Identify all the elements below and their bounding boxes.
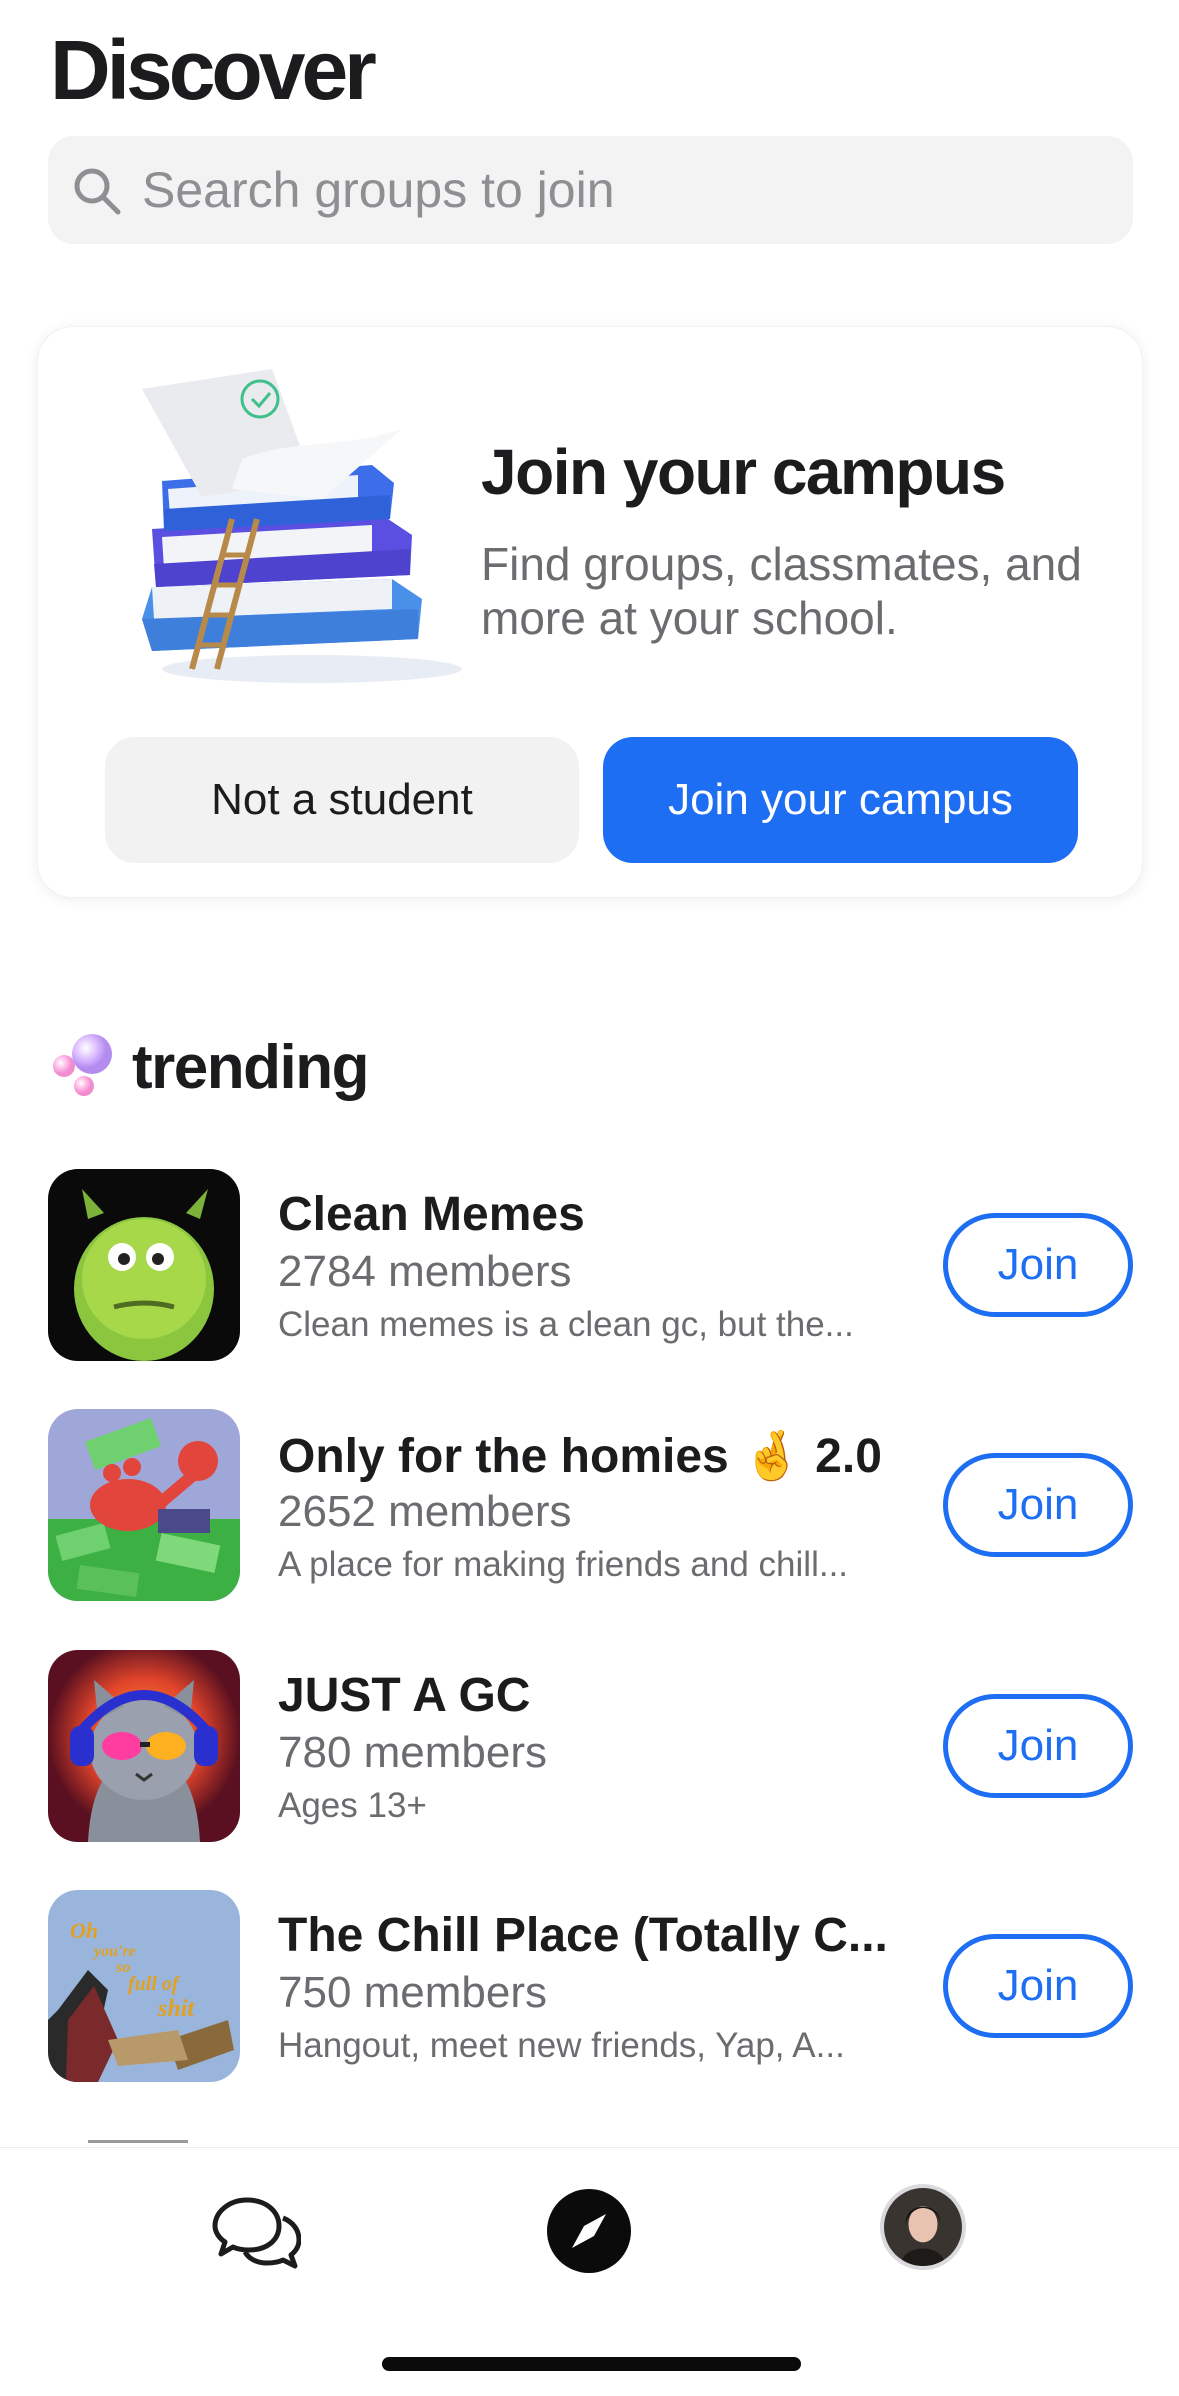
group-members: 780 members [278, 1728, 548, 1777]
join-button[interactable]: Join [943, 1453, 1133, 1557]
join-campus-card: Join your campus Find groups, classmates… [37, 326, 1143, 898]
chats-icon[interactable] [211, 2186, 301, 2276]
search-bar[interactable] [48, 136, 1133, 244]
group-avatar [48, 1650, 240, 1842]
home-indicator [382, 2357, 801, 2371]
svg-text:shit: shit [157, 1996, 195, 2022]
group-row[interactable]: Clean Memes 2784 members Clean memes is … [0, 1169, 1179, 1365]
group-members: 2652 members [278, 1487, 572, 1536]
trending-heading: trending [132, 1033, 369, 1102]
group-avatar [48, 1409, 240, 1601]
campus-card-title: Join your campus [481, 436, 1006, 508]
join-button[interactable]: Join [943, 1694, 1133, 1798]
svg-text:full of: full of [128, 1973, 181, 1995]
page-title: Discover [50, 23, 377, 117]
group-description: Ages 13+ [278, 1786, 427, 1825]
group-members: 2784 members [278, 1247, 572, 1296]
group-row[interactable]: Oh you're so full of shit The Chill Plac… [0, 1890, 1179, 2086]
group-description: Hangout, meet new friends, Yap, A... [278, 2026, 845, 2065]
group-name: The Chill Place (Totally C... [278, 1909, 888, 1962]
join-button[interactable]: Join [943, 1934, 1133, 2038]
campus-card-subtitle: Find groups, classmates, and more at you… [481, 538, 1082, 644]
discover-compass-icon[interactable] [544, 2186, 634, 2276]
group-members: 750 members [278, 1968, 548, 2017]
group-name: JUST A GC [278, 1669, 531, 1722]
group-name: Only for the homies 🤞 2.0 [278, 1430, 882, 1483]
svg-text:Oh: Oh [70, 1918, 98, 1943]
books-illustration [142, 369, 462, 683]
search-input[interactable] [142, 154, 1102, 226]
trending-bubbles-icon [53, 1034, 112, 1096]
group-avatar [48, 1169, 240, 1361]
group-description: A place for making friends and chill... [278, 1545, 849, 1584]
join-campus-button[interactable]: Join your campus [603, 737, 1078, 863]
svg-text:you're: you're [92, 1943, 136, 1960]
group-avatar: Oh you're so full of shit [48, 1890, 240, 2082]
group-description: Clean memes is a clean gc, but the... [278, 1305, 854, 1344]
join-button[interactable]: Join [943, 1213, 1133, 1317]
group-row[interactable]: JUST A GC 780 members Ages 13+ Join [0, 1650, 1179, 1846]
profile-avatar[interactable] [880, 2184, 966, 2270]
group-name: Clean Memes [278, 1188, 585, 1241]
group-row[interactable]: Only for the homies 🤞 2.0 2652 members A… [0, 1409, 1179, 1605]
not-a-student-button[interactable]: Not a student [105, 737, 579, 863]
search-icon [74, 168, 121, 215]
